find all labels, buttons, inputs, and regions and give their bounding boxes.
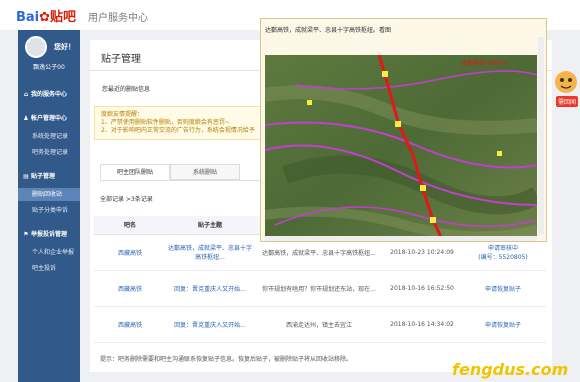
- record-count: 全部记录 >3条记录: [100, 196, 153, 203]
- home-icon: ⌂: [23, 91, 29, 98]
- logo-brand: 贴吧: [50, 10, 77, 25]
- row-time: 2018-10-16 14:34:02: [384, 306, 460, 343]
- sidebar-item-report[interactable]: 个人和企业举报: [18, 246, 80, 259]
- row-action: 申请恢复贴子: [460, 306, 546, 343]
- sidebar: 您好！ 飘逸公子00 ⌂ 我的服务中心 ♟ 帐户管理中心 系统处理记录 吧务处理记录…: [18, 30, 80, 382]
- row-topic[interactable]: 达鄞高铁，成就梁平、忠县十字高铁枢纽...: [166, 234, 254, 271]
- doc-icon: ▤: [23, 173, 29, 180]
- tieba-logo[interactable]: Bai✿贴吧: [16, 6, 76, 25]
- tab-team-deleted[interactable]: 吧主团队删贴: [100, 164, 170, 180]
- mascot-icon[interactable]: [552, 70, 580, 96]
- page-title: 贴子管理: [101, 54, 141, 65]
- sidebar-section-account[interactable]: ♟ 帐户管理中心: [18, 112, 80, 126]
- sidebar-item-system-records[interactable]: 系统处理记录: [18, 130, 80, 143]
- mascot-sticker[interactable]: 需回闻: [556, 96, 579, 107]
- restore-post-button[interactable]: 申请恢复贴子: [460, 284, 546, 293]
- header-title: 用户服务中心: [88, 13, 148, 24]
- greeting: 您好！: [54, 43, 75, 51]
- popup-scrollbar-horizontal[interactable]: [265, 236, 537, 241]
- sidebar-item-recycle-bin[interactable]: 删贴回收站: [18, 188, 80, 201]
- row-bar-name[interactable]: 西藏高铁: [94, 270, 166, 307]
- post-preview-popup: 达鄞高铁，成就梁平、忠县十字高铁枢纽。看图 达鄞高铁 600km: [260, 18, 547, 242]
- popup-title: 达鄞高铁，成就梁平、忠县十字高铁枢纽。看图: [265, 27, 392, 34]
- sidebar-item-appeal[interactable]: 贴子分类申诉: [18, 204, 80, 217]
- map-label: 达鄞高铁 600km: [461, 59, 508, 67]
- table-row: 西藏高铁 回复：晋克重庆人又开始... 你市规划有啥用？你市规划还东站，现在..…: [94, 270, 546, 307]
- watermark-text: fengdus.com: [452, 360, 569, 379]
- footer-tip: 提示：吧务删除需要和吧主沟通联系恢复贴子信息。恢复后贴子，被删除贴子将从回收站移…: [100, 356, 353, 363]
- railway-map-image: 达鄞高铁 600km: [265, 55, 537, 237]
- row-bar-name[interactable]: 西藏高铁: [94, 306, 166, 343]
- row-bar-name[interactable]: 西藏高铁: [94, 234, 166, 271]
- sidebar-section-posts[interactable]: ▤ 贴子管理: [18, 170, 80, 184]
- col-bar: 吧名: [94, 216, 166, 235]
- row-action: 申请恢复贴子: [460, 270, 546, 307]
- restore-post-button[interactable]: 申请恢复贴子: [460, 320, 546, 329]
- sidebar-section-service-center[interactable]: ⌂ 我的服务中心: [18, 88, 80, 102]
- avatar[interactable]: [25, 36, 47, 58]
- sidebar-item-complaint[interactable]: 吧主投诉: [18, 262, 80, 275]
- username[interactable]: 飘逸公子00: [18, 62, 80, 71]
- row-reply: 西渝走达州，镇主去宜江: [254, 306, 384, 343]
- tab-system-deleted[interactable]: 系统删贴: [170, 164, 240, 180]
- popup-scrollbar-vertical[interactable]: [538, 37, 544, 235]
- filter-label: 您最近的删贴信息: [102, 86, 151, 93]
- row-time: 2018-10-16 16:52:50: [384, 270, 460, 307]
- row-reply: 你市规划有啥用？你市规划还东站，现在...: [254, 270, 384, 307]
- row-topic[interactable]: 回复：晋克重庆人又开始...: [166, 306, 254, 343]
- logo-text: Bai: [16, 10, 40, 25]
- row-action-id: (编号：5520805): [478, 254, 528, 261]
- sidebar-item-admin-records[interactable]: 吧务处理记录: [18, 146, 80, 159]
- col-topic: 贴子主题: [166, 216, 254, 235]
- flag-icon: ⚑: [23, 231, 29, 238]
- row-topic[interactable]: 回复：晋克重庆人又开始...: [166, 270, 254, 307]
- sidebar-section-report[interactable]: ⚑ 举报投诉管理: [18, 228, 80, 242]
- table-row: 西藏高铁 回复：晋克重庆人又开始... 西渝走达州，镇主去宜江 2018-10-…: [94, 306, 546, 343]
- row-action-status[interactable]: 申请审核中: [460, 243, 546, 252]
- user-icon: ♟: [23, 115, 29, 122]
- paw-icon: ✿: [39, 10, 51, 25]
